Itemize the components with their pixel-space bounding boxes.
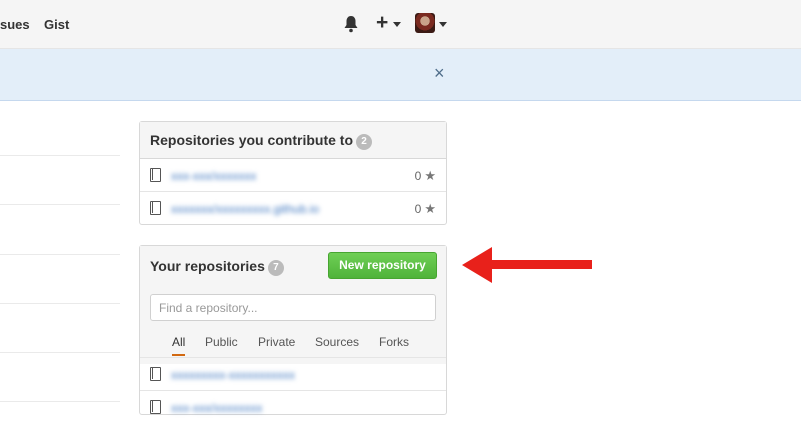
tab-forks[interactable]: Forks <box>379 335 409 349</box>
nav-issues-link[interactable]: sues <box>0 17 30 32</box>
repo-link[interactable]: xxxxxxxxx-xxxxxxxxxxx <box>171 368 295 382</box>
chevron-down-icon[interactable] <box>393 22 401 27</box>
star-icon: ★ <box>424 168 436 183</box>
divider <box>0 254 120 255</box>
filter-tabs: All Public Private Sources Forks <box>140 328 446 358</box>
repo-link[interactable]: xxx-xxx/xxxxxxx <box>171 169 256 183</box>
divider <box>0 303 120 304</box>
box-title: Your repositories 7 <box>150 258 284 276</box>
box-header: Your repositories 7 New repository <box>140 246 446 284</box>
list-item[interactable]: xxxxxxx/xxxxxxxxx.github.io 0 ★ <box>140 192 446 225</box>
repo-list: xxxxxxxxx-xxxxxxxxxxx xxx-xxx/xxxxxxxx <box>140 358 446 424</box>
list-item[interactable]: xxx-xxx/xxxxxxxx <box>140 391 446 424</box>
divider <box>0 352 120 353</box>
divider <box>0 401 120 402</box>
new-repository-button[interactable]: New repository <box>328 252 437 279</box>
repo-icon <box>150 168 161 182</box>
close-icon[interactable]: × <box>434 63 445 84</box>
repo-icon <box>150 367 161 381</box>
tab-public[interactable]: Public <box>205 335 238 349</box>
avatar[interactable] <box>415 13 435 33</box>
plus-icon[interactable]: + <box>376 11 388 35</box>
bell-icon[interactable] <box>343 15 359 33</box>
list-item[interactable]: xxx-xxx/xxxxxxx 0 ★ <box>140 159 446 192</box>
tab-private[interactable]: Private <box>258 335 295 349</box>
divider <box>0 204 120 205</box>
star-count: 0 ★ <box>414 201 436 216</box>
contributed-repos-box: Repositories you contribute to 2 xxx-xxx/… <box>139 121 447 225</box>
box-title: Repositories you contribute to 2 <box>150 132 373 150</box>
repo-icon <box>150 400 161 414</box>
find-repository-input[interactable] <box>150 294 436 321</box>
arrow-annotation-icon <box>462 247 592 283</box>
your-repos-box: Your repositories7 New repository All Pu… <box>139 245 447 415</box>
repo-count-badge: 2 <box>356 134 373 150</box>
list-item[interactable]: xxxxxxxxx-xxxxxxxxxxx <box>140 358 446 391</box>
repo-icon <box>150 201 161 215</box>
divider <box>0 155 120 156</box>
flash-banner: × <box>0 49 801 101</box>
star-icon: ★ <box>424 201 436 216</box>
tab-all[interactable]: All <box>172 335 186 356</box>
box-header: Repositories you contribute to 2 <box>140 122 446 159</box>
repo-count-badge: 7 <box>267 260 284 276</box>
star-count: 0 ★ <box>414 168 436 183</box>
tab-sources[interactable]: Sources <box>315 335 359 349</box>
chevron-down-icon[interactable] <box>439 22 447 27</box>
top-header: sues Gist + <box>0 0 801 49</box>
nav-gist-link[interactable]: Gist <box>44 17 69 32</box>
repo-link[interactable]: xxx-xxx/xxxxxxxx <box>171 401 262 415</box>
repo-link[interactable]: xxxxxxx/xxxxxxxxx.github.io <box>171 202 319 216</box>
